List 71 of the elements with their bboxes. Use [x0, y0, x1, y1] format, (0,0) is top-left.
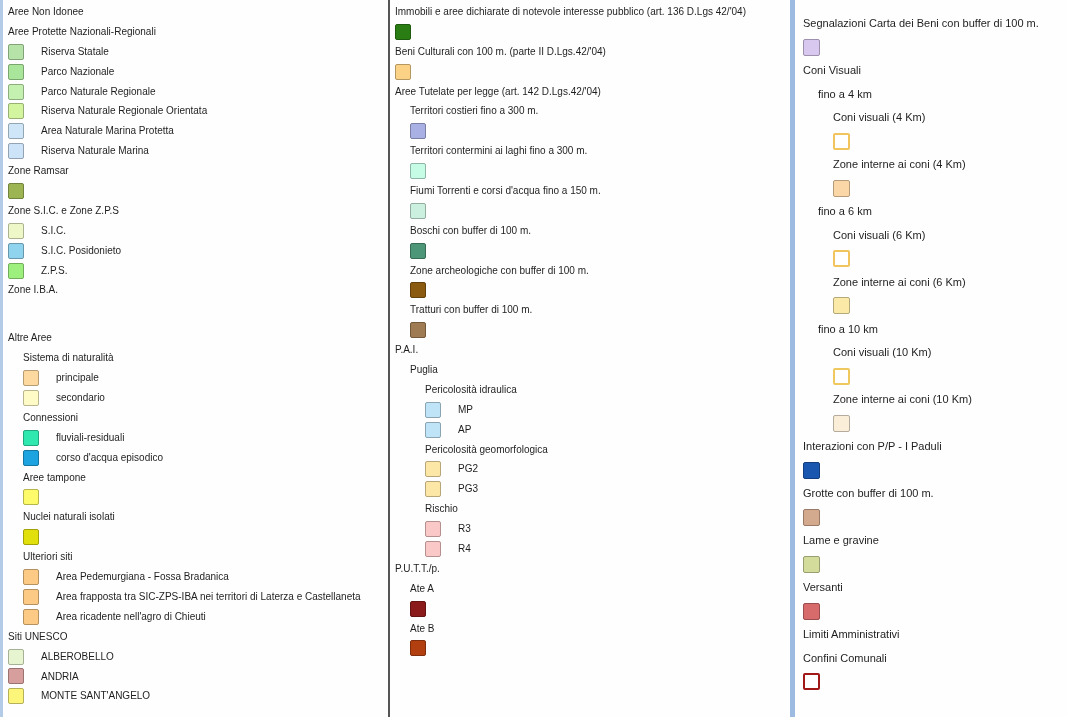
legend-label: Segnalazioni Carta dei Beni con buffer di 100 m.	[803, 16, 1039, 31]
legend-label: AP	[458, 422, 472, 437]
legend-label: Territori costieri fino a 300 m.	[410, 104, 539, 119]
legend-heading: Aree Non Idonee	[8, 5, 84, 19]
legend-label: Beni Culturali con 100 m. (parte II D.Lgs.42/'04)	[395, 44, 606, 59]
legend-label: Ate B	[410, 621, 435, 636]
legend-heading: Altre Aree	[8, 331, 52, 346]
legend-heading: Siti UNESCO	[8, 629, 68, 644]
legend-label: Ate A	[410, 581, 434, 596]
legend-label: R4	[458, 542, 471, 557]
legend-label: Coni visuali (6 Km)	[833, 227, 926, 243]
legend-label: Area Pedemurgiana - Fossa Bradanica	[56, 570, 229, 585]
legend-heading: Coni Visuali	[803, 63, 861, 78]
legend-label: Zone interne ai coni (10 Km)	[833, 392, 972, 407]
legend-heading: Limiti Amministrativi	[803, 627, 900, 642]
legend-label: Nuclei naturali isolati	[23, 510, 115, 525]
legend-label: Parco Nazionale	[41, 64, 115, 79]
legend-label: Z.P.S.	[41, 263, 68, 278]
legend-heading: P.A.I.	[395, 343, 419, 358]
legend-label: S.I.C. Posidonieto	[41, 243, 122, 258]
legend-heading: Rischio	[425, 502, 458, 517]
legend-label: corso d'acqua episodico	[56, 450, 163, 465]
legend-label: Coni visuali (10 Km)	[833, 345, 932, 360]
legend-label: Riserva Naturale Marina	[41, 144, 149, 159]
legend-heading: fino a 6 km	[818, 204, 872, 219]
legend-heading: Aree Protette Nazionali-Regionali	[8, 24, 156, 39]
legend-label: Territori contermini ai laghi fino a 300 m.	[410, 144, 588, 159]
legend-heading: P.U.T.T./p.	[395, 561, 440, 576]
legend-label: Boschi con buffer di 100 m.	[410, 223, 531, 238]
legend-label: MONTE SANT'ANGELO	[41, 689, 151, 704]
legend-label: secondario	[56, 391, 105, 406]
legend-label: Coni visuali (4 Km)	[833, 110, 926, 125]
legend-label: Zone archeologiche con buffer di 100 m.	[410, 263, 589, 278]
legend-label: PG3	[458, 482, 478, 497]
legend-label: Zone interne ai coni (4 Km)	[833, 157, 966, 172]
legend-heading: Ulteriori siti	[23, 550, 73, 565]
legend-label: PG2	[458, 462, 478, 477]
legend-label: Interazioni con P/P - I Paduli	[803, 439, 942, 454]
legend-label: Confini Comunali	[803, 650, 887, 666]
legend-label: Zone interne ai coni (6 Km)	[833, 274, 966, 290]
legend-label: Grotte con buffer di 100 m.	[803, 486, 934, 501]
legend-label: Area Naturale Marina Protetta	[41, 124, 174, 139]
legend-heading: fino a 4 km	[818, 86, 872, 102]
legend-label: ANDRIA	[41, 669, 79, 684]
legend-label: ALBEROBELLO	[41, 649, 114, 664]
legend-label: Versanti	[803, 580, 843, 595]
legend-heading: Connessioni	[23, 410, 79, 425]
legend-heading: Puglia	[410, 363, 438, 378]
legend-label: Area frapposta tra SIC-ZPS-IBA nei territori di Laterza e Castellaneta	[56, 589, 361, 604]
legend-label: Riserva Statale	[41, 44, 109, 59]
legend-label: Riserva Naturale Regionale Orientata	[41, 104, 208, 119]
legend-heading: Aree Tutelate per legge (art. 142 D.Lgs.42/'04)	[395, 84, 601, 99]
legend-heading: Pericolosità geomorfologica	[425, 442, 548, 457]
legend-label: MP	[458, 402, 473, 417]
legend-heading: fino a 10 km	[818, 321, 878, 337]
legend-label: Immobili e aree dichiarate di notevole interesse pubblico (art. 136 D.Lgs 42/'04)	[395, 5, 746, 19]
legend-heading: Pericolosità idraulica	[425, 382, 517, 397]
legend-label: Zone Ramsar	[8, 164, 69, 179]
legend-heading: Zone I.B.A.	[8, 283, 59, 298]
legend-label: Tratturi con buffer di 100 m.	[410, 303, 533, 318]
legend-label: Aree tampone	[23, 470, 86, 485]
legend-label: fluviali-residuali	[56, 430, 125, 445]
legend-heading: Zone S.I.C. e Zone Z.P.S	[8, 203, 119, 218]
legend-label: Area ricadente nell'agro di Chieuti	[56, 609, 206, 624]
legend-label: Fiumi Torrenti e corsi d'acqua fino a 150 m.	[410, 184, 601, 198]
legend-label: R3	[458, 522, 471, 537]
legend-label: S.I.C.	[41, 223, 66, 238]
legend-label: Parco Naturale Regionale	[41, 84, 156, 99]
legend-label: principale	[56, 371, 99, 386]
legend-heading: Sistema di naturalità	[23, 351, 114, 366]
legend-label: Lame e gravine	[803, 533, 879, 548]
